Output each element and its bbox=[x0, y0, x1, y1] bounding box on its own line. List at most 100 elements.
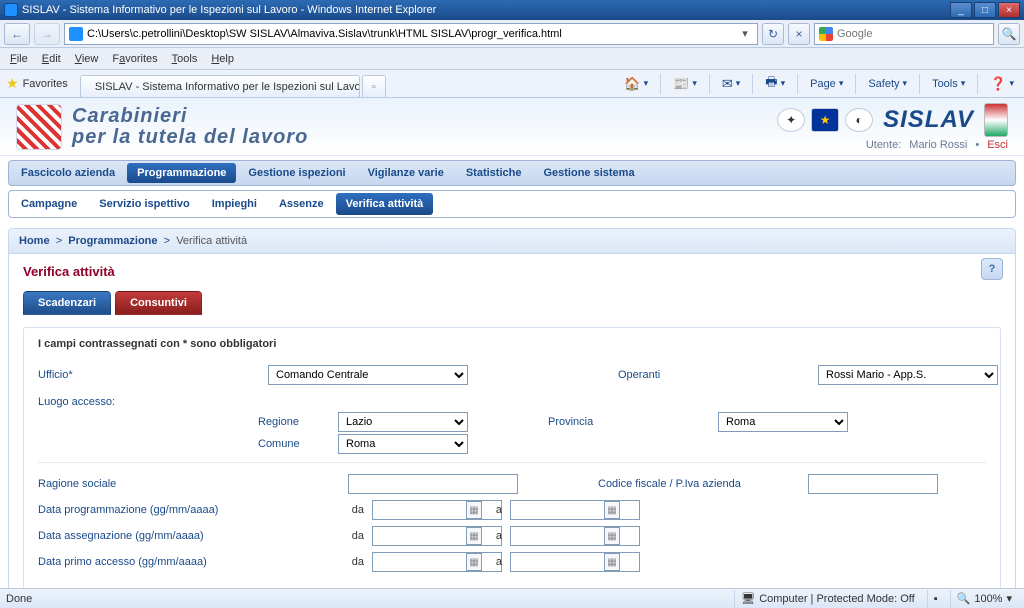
new-tab-button[interactable]: ▫ bbox=[362, 75, 386, 97]
nav2-campagne[interactable]: Campagne bbox=[11, 193, 87, 215]
ie-icon bbox=[4, 3, 18, 17]
cmd-safety-label: Safety bbox=[868, 78, 899, 90]
menu-favorites[interactable]: FavoritesFavorites bbox=[106, 51, 163, 67]
banner-line1: Carabinieri bbox=[72, 106, 308, 127]
menu-help[interactable]: HelpHelp bbox=[205, 51, 240, 67]
ufficio-label: Ufficio* bbox=[38, 369, 258, 381]
favorites-label[interactable]: Favorites bbox=[23, 78, 68, 90]
calendar-icon[interactable]: ▦ bbox=[604, 553, 620, 571]
regione-select[interactable]: Lazio bbox=[338, 412, 468, 432]
provincia-select[interactable]: Roma bbox=[718, 412, 848, 432]
separator bbox=[977, 74, 978, 94]
search-input[interactable] bbox=[837, 25, 989, 43]
operanti-select[interactable]: Rossi Mario - App.S. bbox=[818, 365, 998, 385]
nav1-vigilanze[interactable]: Vigilanze varie bbox=[358, 163, 454, 183]
browser-nav-row: ← → ▾ ↻ × 🔍 bbox=[0, 20, 1024, 48]
cmd-tools[interactable]: Tools▾ bbox=[926, 76, 971, 92]
breadcrumb: Home > Programmazione > Verifica attivit… bbox=[9, 229, 1015, 254]
banner-line2: per la tutela del lavoro bbox=[72, 127, 308, 148]
menu-tools[interactable]: ToolsTools bbox=[166, 51, 204, 67]
a-label-2: a bbox=[488, 530, 506, 542]
minimize-button[interactable]: _ bbox=[950, 2, 972, 18]
address-dropdown-icon[interactable]: ▾ bbox=[737, 27, 753, 40]
data-asse-da-input[interactable] bbox=[372, 526, 502, 546]
data-prog-da-input[interactable] bbox=[372, 500, 502, 520]
zoom-value: 100% bbox=[974, 593, 1002, 605]
address-input[interactable] bbox=[87, 25, 733, 43]
calendar-icon[interactable]: ▦ bbox=[466, 553, 482, 571]
favorites-star-icon[interactable]: ★ bbox=[6, 75, 19, 92]
help-button[interactable]: ? bbox=[981, 258, 1003, 280]
favorites-command-bar: ★ Favorites SISLAV - Sistema Informativo… bbox=[0, 70, 1024, 98]
zoom-caret-icon[interactable]: ▾ bbox=[1006, 592, 1012, 605]
separator bbox=[919, 74, 920, 94]
menu-view[interactable]: ViewView bbox=[69, 51, 105, 67]
refresh-button[interactable]: ↻ bbox=[762, 23, 784, 45]
da-label-3: da bbox=[342, 556, 368, 568]
luogo-label: Luogo accesso: bbox=[38, 396, 986, 408]
ragione-input[interactable] bbox=[348, 474, 518, 494]
da-label-2: da bbox=[342, 530, 368, 542]
data-primo-label: Data primo accesso (gg/mm/aaaa) bbox=[38, 556, 338, 568]
tab-scadenzari[interactable]: Scadenzari bbox=[23, 291, 111, 315]
cmd-help[interactable]: ❓▾ bbox=[984, 74, 1020, 94]
search-go-button[interactable]: 🔍 bbox=[998, 23, 1020, 45]
nav1-programmazione[interactable]: Programmazione bbox=[127, 163, 236, 183]
separator bbox=[709, 74, 710, 94]
crest-icon bbox=[16, 104, 62, 150]
nav1-gestione-ispezioni[interactable]: Gestione ispezioni bbox=[238, 163, 355, 183]
crumb-programmazione[interactable]: Programmazione bbox=[68, 235, 157, 247]
window-title: SISLAV - Sistema Informativo per le Ispe… bbox=[22, 4, 436, 16]
status-text: Done bbox=[6, 593, 32, 605]
cf-input[interactable] bbox=[808, 474, 938, 494]
globe-icon: ◐ bbox=[845, 108, 873, 132]
comune-label: Comune bbox=[258, 438, 338, 450]
nav2-verifica[interactable]: Verifica attività bbox=[336, 193, 434, 215]
calendar-icon[interactable]: ▦ bbox=[466, 527, 482, 545]
data-asse-a-input[interactable] bbox=[510, 526, 640, 546]
comune-select[interactable]: Roma bbox=[338, 434, 468, 454]
a-label-3: a bbox=[488, 556, 506, 568]
cmd-page[interactable]: Page▾ bbox=[804, 76, 849, 92]
nav1-fascicolo[interactable]: Fascicolo azienda bbox=[11, 163, 125, 183]
menu-file[interactable]: FFileile bbox=[4, 51, 34, 67]
tab-consuntivi[interactable]: Consuntivi bbox=[115, 291, 202, 315]
nav1-statistiche[interactable]: Statistiche bbox=[456, 163, 532, 183]
stop-button[interactable]: × bbox=[788, 23, 810, 45]
calendar-icon[interactable]: ▦ bbox=[604, 501, 620, 519]
browser-search[interactable] bbox=[814, 23, 994, 45]
maximize-button[interactable]: □ bbox=[974, 2, 996, 18]
browser-tab-active[interactable]: SISLAV - Sistema Informativo per le Ispe… bbox=[80, 75, 360, 97]
separator bbox=[797, 74, 798, 94]
nav2-assenze[interactable]: Assenze bbox=[269, 193, 334, 215]
nav2-servizio[interactable]: Servizio ispettivo bbox=[89, 193, 199, 215]
filter-form: I campi contrassegnati con * sono obblig… bbox=[23, 327, 1001, 588]
ragione-label: Ragione sociale bbox=[38, 478, 338, 490]
close-button[interactable]: × bbox=[998, 2, 1020, 18]
ufficio-select[interactable]: Comando Centrale bbox=[268, 365, 468, 385]
address-bar[interactable]: ▾ bbox=[64, 23, 758, 45]
calendar-icon[interactable]: ▦ bbox=[604, 527, 620, 545]
forward-button[interactable]: → bbox=[34, 23, 60, 45]
cmd-mail[interactable]: ✉▾ bbox=[716, 74, 746, 94]
pc-icon: 🖥 bbox=[741, 592, 755, 605]
cmd-tools-label: Tools bbox=[932, 78, 958, 90]
calendar-icon[interactable]: ▦ bbox=[466, 501, 482, 519]
zoom-control[interactable]: 🔍 100% ▾ bbox=[950, 590, 1018, 608]
nav1-gestione-sistema[interactable]: Gestione sistema bbox=[533, 163, 644, 183]
data-primo-a-input[interactable] bbox=[510, 552, 640, 572]
carabinieri-crest-icon bbox=[984, 103, 1008, 137]
data-prog-a-input[interactable] bbox=[510, 500, 640, 520]
operanti-label: Operanti bbox=[618, 369, 808, 381]
cmd-safety[interactable]: Safety▾ bbox=[862, 76, 913, 92]
cmd-home[interactable]: 🏠▾ bbox=[618, 74, 654, 94]
cmd-print[interactable]: 🖶▾ bbox=[759, 71, 791, 97]
cmd-feeds[interactable]: 📰▾ bbox=[667, 74, 703, 94]
data-primo-da-input[interactable] bbox=[372, 552, 502, 572]
nav2-impieghi[interactable]: Impieghi bbox=[202, 193, 267, 215]
menu-edit[interactable]: EditEdit bbox=[36, 51, 67, 67]
back-button[interactable]: ← bbox=[4, 23, 30, 45]
regione-label: Regione bbox=[258, 416, 338, 428]
logout-link[interactable]: Esci bbox=[987, 139, 1008, 151]
crumb-home[interactable]: Home bbox=[19, 235, 50, 247]
